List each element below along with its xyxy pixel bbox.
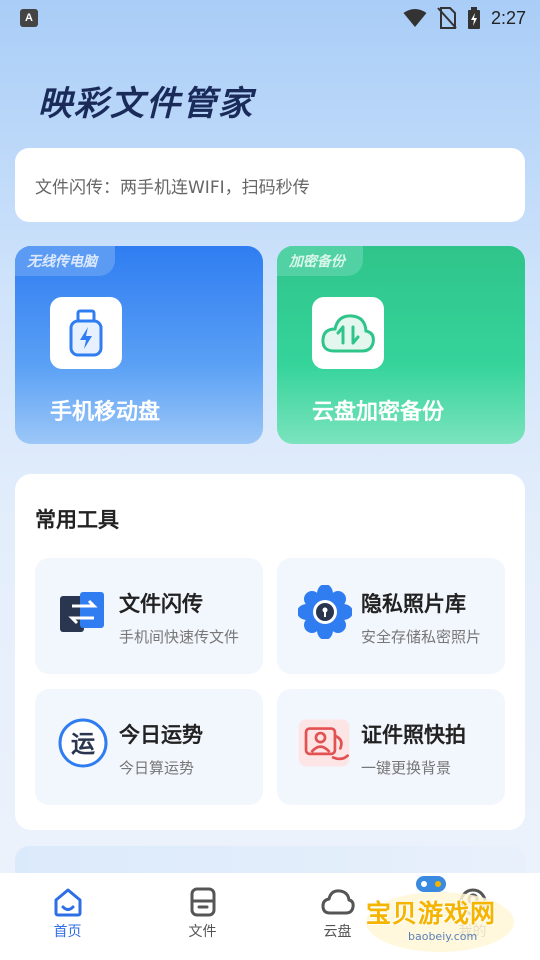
tool-desc: 手机间快速传文件 <box>119 628 240 646</box>
tool-daily-fortune[interactable]: 运 今日运势 今日算运势 <box>35 689 263 805</box>
cloud-backup-card[interactable]: 加密备份 云盘加密备份 <box>277 246 525 444</box>
home-icon <box>54 888 81 917</box>
mobile-drive-label: 手机移动盘 <box>50 400 161 425</box>
tool-desc: 安全存储私密照片 <box>361 628 482 646</box>
tool-id-photo[interactable]: 证件照快拍 一键更换背景 <box>277 689 505 805</box>
file-icon <box>190 887 215 917</box>
nav-cloud[interactable]: 云盘 <box>298 887 378 941</box>
nav-files[interactable]: 文件 <box>163 887 243 941</box>
cloud-backup-label: 云盘加密备份 <box>312 400 445 425</box>
common-tools-title: 常用工具 <box>35 508 119 532</box>
tool-desc: 今日算运势 <box>119 759 195 777</box>
nav-profile[interactable]: 我的 <box>433 887 513 941</box>
nav-label: 首页 <box>53 924 82 940</box>
battery-icon <box>467 7 480 29</box>
wifi-icon <box>403 9 427 27</box>
tool-name: 证件照快拍 <box>361 723 466 747</box>
nav-home[interactable]: 首页 <box>28 887 108 941</box>
nav-label: 云盘 <box>323 924 352 940</box>
nav-label: 我的 <box>458 924 487 940</box>
no-sim-icon <box>437 7 457 29</box>
accessibility-icon: A <box>20 9 38 27</box>
svg-text:运: 运 <box>71 730 95 758</box>
app-title: 映彩文件管家 <box>38 84 254 124</box>
transfer-arrows-icon <box>55 584 111 640</box>
id-photo-icon <box>297 715 353 771</box>
file-flash-hint-card[interactable]: 文件闪传：两手机连WIFI，扫码秒传 <box>15 148 525 222</box>
tool-private-photos[interactable]: 隐私照片库 安全存储私密照片 <box>277 558 505 674</box>
tool-name: 今日运势 <box>119 723 203 747</box>
tool-file-flash[interactable]: 文件闪传 手机间快速传文件 <box>35 558 263 674</box>
status-left: A <box>20 9 38 27</box>
cloud-icon <box>321 889 355 915</box>
bottom-nav: 首页 文件 云盘 我的 <box>0 873 540 960</box>
tool-desc: 一键更换背景 <box>361 759 452 777</box>
usb-drive-icon <box>50 297 122 369</box>
lock-flower-icon <box>297 584 353 640</box>
tool-name: 隐私照片库 <box>361 592 466 616</box>
wireless-pc-tag: 无线传电脑 <box>15 246 115 276</box>
tool-name: 文件闪传 <box>119 592 203 616</box>
profile-icon <box>459 888 486 916</box>
cloud-transfer-icon <box>312 297 384 369</box>
clock: 2:27 <box>490 7 526 28</box>
status-right: 2:27 <box>403 7 526 29</box>
common-tools-panel: 常用工具 文件闪传 手机间快速传文件 隐私照片库 安全存储私密照片 运 今日运势… <box>15 474 525 830</box>
mobile-drive-card[interactable]: 无线传电脑 手机移动盘 <box>15 246 263 444</box>
nav-label: 文件 <box>188 924 217 940</box>
hint-text: 文件闪传：两手机连WIFI，扫码秒传 <box>35 177 310 198</box>
fortune-icon: 运 <box>55 715 111 771</box>
status-bar: A 2:27 <box>0 0 540 36</box>
encrypt-backup-tag: 加密备份 <box>277 246 363 276</box>
